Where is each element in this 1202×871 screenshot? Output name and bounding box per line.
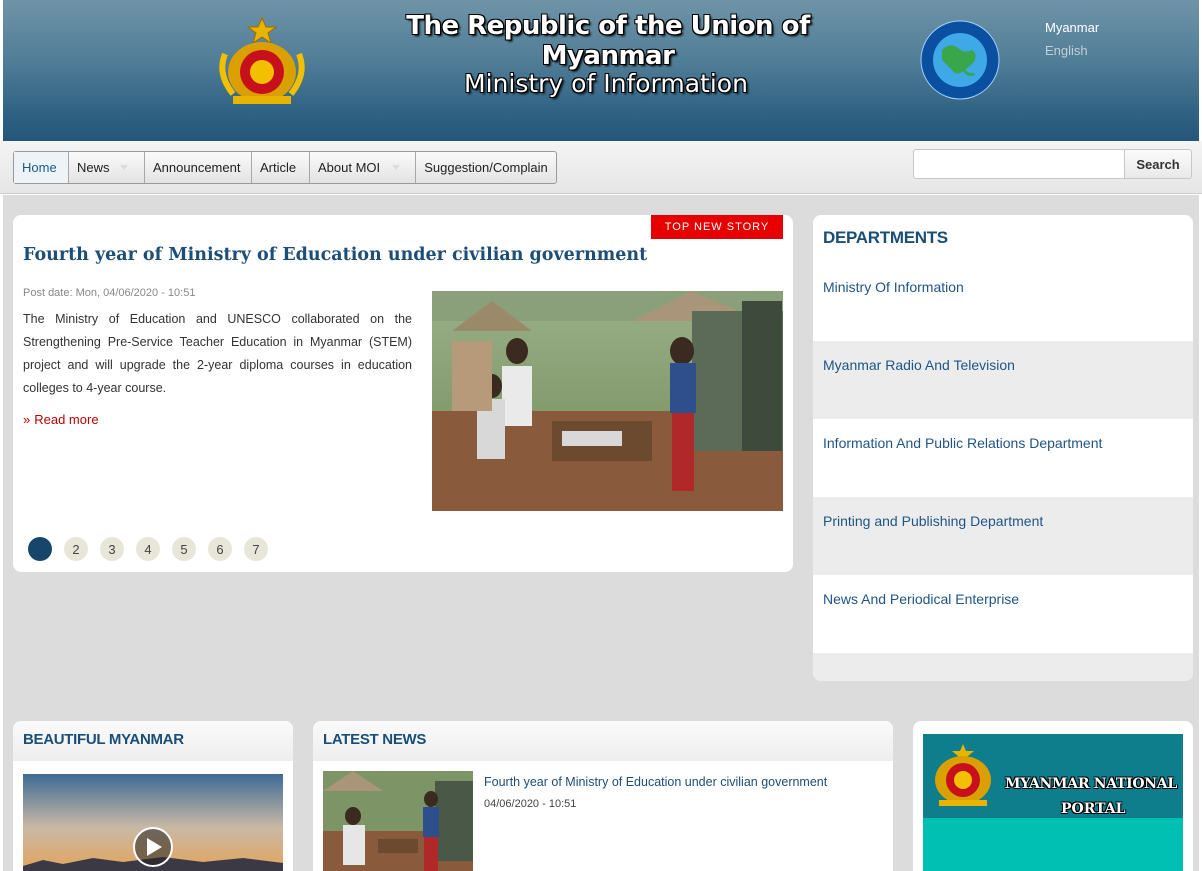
read-more-label: Read more xyxy=(34,412,99,427)
beautiful-myanmar-title: BEAUTIFUL MYANMAR xyxy=(13,721,293,761)
story-pager: 2 3 4 5 6 7 xyxy=(28,537,268,561)
story-photo[interactable] xyxy=(432,291,783,511)
national-portal-banner[interactable] xyxy=(923,734,1183,871)
post-date: Post date: Mon, 04/06/2020 - 10:51 xyxy=(23,287,196,299)
departments-title: DEPARTMENTS xyxy=(823,228,948,247)
chevron-down-icon xyxy=(119,165,128,170)
pager-dot-5[interactable]: 5 xyxy=(172,537,196,561)
menu-suggestion-label: Suggestion/Complain xyxy=(424,160,548,175)
read-more-link[interactable]: » Read more xyxy=(23,412,99,427)
dept-item-mrtv[interactable]: Myanmar Radio And Television xyxy=(813,341,1193,419)
ministry-title: Ministry of Information xyxy=(464,69,748,98)
state-emblem-icon xyxy=(219,16,305,104)
top-story-card: TOP NEW STORY Fourth year of Ministry of… xyxy=(13,215,793,572)
latest-news-panel: LATEST NEWS Fourth year of Ministry of E… xyxy=(313,721,893,871)
search-button[interactable]: Search xyxy=(1124,149,1192,179)
moi-globe-logo-icon xyxy=(920,20,1000,100)
menu-news[interactable]: News xyxy=(69,152,145,183)
menu-home[interactable]: Home xyxy=(14,152,69,183)
language-myanmar-link[interactable]: Myanmar xyxy=(1045,20,1099,35)
menu-about-moi-label: About MOI xyxy=(318,160,381,175)
menu-news-label: News xyxy=(77,160,110,175)
latest-news-title: LATEST NEWS xyxy=(313,721,893,761)
national-portal-panel: MYANMAR NATIONAL PORTAL xyxy=(913,721,1193,871)
menu-suggestion-complain[interactable]: Suggestion/Complain xyxy=(416,152,556,183)
portal-title-line1: MYANMAR NATIONAL xyxy=(1005,776,1177,792)
pager-dot-6[interactable]: 6 xyxy=(208,537,232,561)
language-english-link[interactable]: English xyxy=(1045,43,1088,58)
play-icon xyxy=(133,827,173,867)
pager-dot-2[interactable]: 2 xyxy=(64,537,88,561)
dept-item-printing-publishing[interactable]: Printing and Publishing Department xyxy=(813,497,1193,575)
chevron-down-icon xyxy=(392,165,401,170)
story-summary: The Ministry of Education and UNESCO col… xyxy=(23,312,412,395)
pager-dot-4[interactable]: 4 xyxy=(136,537,160,561)
latest-news-headline-link[interactable]: Fourth year of Ministry of Education und… xyxy=(484,775,827,789)
menu-article[interactable]: Article xyxy=(252,152,310,183)
menu-about-moi[interactable]: About MOI xyxy=(310,152,416,183)
double-chevron-right-icon: » xyxy=(23,412,31,427)
site-header: The Republic of the Union of Myanmar Min… xyxy=(0,0,1202,141)
departments-footer xyxy=(813,653,1193,681)
menu-announcement[interactable]: Announcement xyxy=(145,152,252,183)
departments-list: Ministry Of Information Myanmar Radio An… xyxy=(813,263,1193,653)
story-title-link[interactable]: Fourth year of Ministry of Education und… xyxy=(23,245,647,265)
menu-home-label: Home xyxy=(22,160,57,175)
departments-panel: DEPARTMENTS Ministry Of Information Myan… xyxy=(813,215,1193,681)
top-story-badge: TOP NEW STORY xyxy=(651,215,783,239)
menu-announcement-label: Announcement xyxy=(153,160,241,175)
pager-dot-7[interactable]: 7 xyxy=(244,537,268,561)
dept-item-ministry-of-information[interactable]: Ministry Of Information xyxy=(813,263,1193,341)
beautiful-myanmar-panel: BEAUTIFUL MYANMAR xyxy=(13,721,293,871)
search-input[interactable] xyxy=(913,149,1125,179)
main-menu: Home News Announcement Article About MOI… xyxy=(13,151,557,184)
pager-dot-1[interactable] xyxy=(28,537,52,561)
video-thumbnail[interactable] xyxy=(23,774,283,871)
dept-item-iprd[interactable]: Information And Public Relations Departm… xyxy=(813,419,1193,497)
portal-title-line2: PORTAL xyxy=(1061,801,1126,817)
menu-article-label: Article xyxy=(260,160,297,175)
news-thumbnail[interactable] xyxy=(323,771,473,871)
site-title: The Republic of the Union of Myanmar xyxy=(406,11,810,71)
latest-news-date: 04/06/2020 - 10:51 xyxy=(484,798,577,810)
dept-item-news-periodical[interactable]: News And Periodical Enterprise xyxy=(813,575,1193,653)
pager-dot-3[interactable]: 3 xyxy=(100,537,124,561)
